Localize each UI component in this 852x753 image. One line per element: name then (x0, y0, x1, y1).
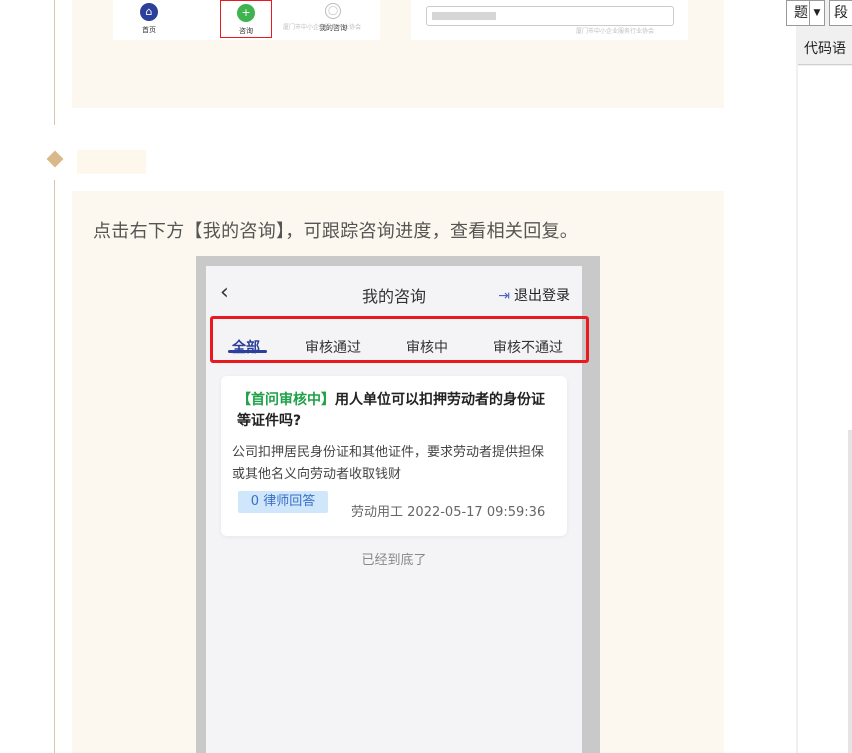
watermark: 厦门市中小企业服务行业协会 (576, 28, 655, 35)
blurred-input-text (432, 12, 496, 20)
consultation-meta: 劳动用工 2022-05-17 09:59:36 (351, 501, 545, 520)
paragraph-dropdown-value: 段 (834, 5, 848, 21)
style-dropdown[interactable]: 题 (786, 0, 810, 26)
intro-text: 点击右下方【我的咨询】，可跟踪咨询进度，查看相关回复。 (93, 221, 579, 242)
status-badge: 【首问审核中】 (237, 392, 335, 408)
mini-tab-label: 首页 (142, 26, 156, 34)
mini-tab-home: ⌂ 首页 (123, 0, 175, 38)
plus-icon: + (237, 4, 255, 22)
section-heading-placeholder (77, 150, 146, 174)
answers-badge: 0 律师回答 (238, 491, 328, 513)
editor-panel (798, 66, 852, 753)
mini-tabbar-screenshot: ⌂ 首页 + 咨询 ◯ 我的咨询 厦门市中小企业服务行业协会 (113, 0, 380, 40)
paragraph-dropdown[interactable]: 段 (829, 0, 852, 26)
watermark: 厦门市中小企业服务行业协会 (283, 24, 362, 31)
toolbar-divider (798, 64, 852, 65)
logout-label: 退出登录 (514, 288, 570, 304)
consultation-title: 【首问审核中】用人单位可以扣押劳动者的身份证等证件吗? (237, 390, 555, 432)
top-content-card: ⌂ 首页 + 咨询 ◯ 我的咨询 厦门市中小企业服务行业协会 厦门市中小企业服务… (72, 0, 724, 108)
timestamp: 2022-05-17 09:59:36 (407, 505, 546, 520)
home-icon: ⌂ (140, 3, 158, 21)
user-icon: ◯ (325, 3, 341, 19)
mini-tab-my-consult: ◯ 我的咨询 (307, 0, 359, 38)
mini-tab-consult: + 咨询 (220, 0, 272, 38)
style-dropdown-value: 题 (794, 5, 808, 21)
nav-bar: ‹ 我的咨询 ⇥ 退出登录 (206, 266, 582, 320)
end-of-list-text: 已经到底了 (361, 553, 427, 568)
chevron-down-icon[interactable]: ▼ (809, 0, 825, 26)
timeline-line-bottom (54, 180, 55, 753)
timeline-line-top (54, 0, 55, 125)
mini-form-screenshot: 厦门市中小企业服务行业协会 (411, 0, 688, 40)
timeline-diamond-icon (46, 150, 64, 168)
mini-input-field (426, 6, 674, 26)
panel-right-edge (848, 430, 852, 753)
tabs-highlight-box (210, 316, 589, 363)
code-language-label[interactable]: 代码语 (804, 38, 846, 58)
mini-tab-label: 咨询 (239, 27, 253, 35)
consultation-card[interactable]: 【首问审核中】用人单位可以扣押劳动者的身份证等证件吗? 公司扣押居民身份证和其他… (221, 376, 567, 536)
consultation-description: 公司扣押居民身份证和其他证件，要求劳动者提供担保或其他名义向劳动者收取钱财 (232, 445, 545, 482)
logout-button[interactable]: ⇥ 退出登录 (498, 285, 570, 305)
category-label: 劳动用工 (351, 505, 404, 520)
logout-icon: ⇥ (498, 288, 510, 304)
